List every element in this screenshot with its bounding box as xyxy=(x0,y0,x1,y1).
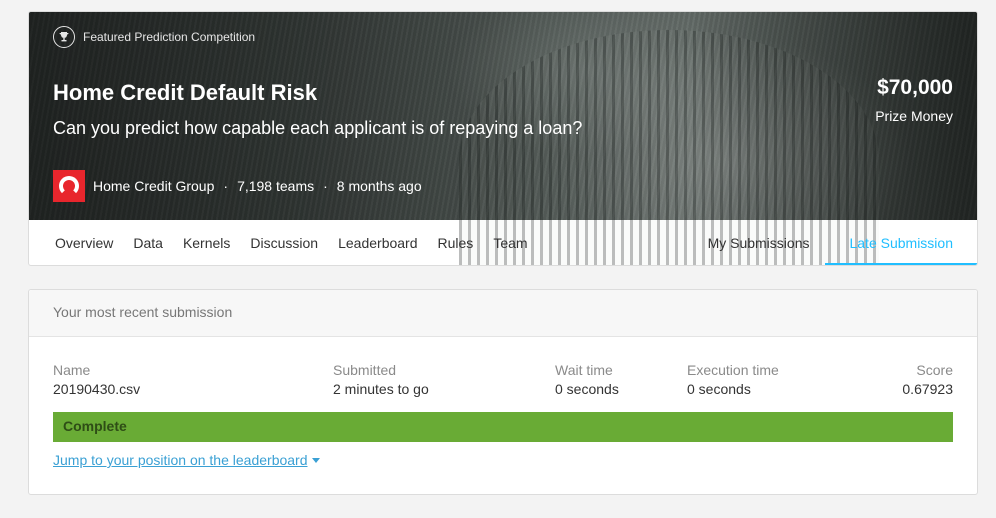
execution-time-label: Execution time xyxy=(687,362,779,378)
submission-name-column: Name 20190430.csv xyxy=(53,362,140,397)
name-value: 20190430.csv xyxy=(53,381,141,397)
status-bar: Complete xyxy=(53,412,953,442)
trophy-icon xyxy=(53,26,75,48)
submission-card-title: Your most recent submission xyxy=(29,290,977,337)
prize-block: $70,000 Prize Money xyxy=(875,76,953,124)
submission-details: Name 20190430.csv Submitted 2 minutes to… xyxy=(53,362,953,402)
submitted-column: Submitted 2 minutes to go xyxy=(333,362,429,397)
competition-banner: Featured Prediction Competition Home Cre… xyxy=(29,12,977,265)
host-name[interactable]: Home Credit Group xyxy=(93,178,214,194)
team-count[interactable]: 7,198 teams xyxy=(237,178,314,194)
tab-late-submission[interactable]: Late Submission xyxy=(825,220,977,265)
tab-leaderboard[interactable]: Leaderboard xyxy=(328,220,427,265)
competition-tabs: Overview Data Kernels Discussion Leaderb… xyxy=(29,220,977,265)
jump-to-leaderboard-link[interactable]: Jump to your position on the leaderboard xyxy=(53,452,320,468)
tab-team[interactable]: Team xyxy=(483,220,537,265)
score-value: 0.67923 xyxy=(902,381,953,397)
prize-amount: $70,000 xyxy=(877,76,953,99)
competition-badge: Featured Prediction Competition xyxy=(53,26,255,48)
execution-time-value: 0 seconds xyxy=(687,381,751,397)
tab-rules[interactable]: Rules xyxy=(428,220,484,265)
caret-down-icon[interactable] xyxy=(311,457,320,463)
prize-label: Prize Money xyxy=(875,108,953,124)
tab-discussion[interactable]: Discussion xyxy=(240,220,328,265)
wait-time-column: Wait time 0 seconds xyxy=(555,362,619,397)
tab-overview[interactable]: Overview xyxy=(29,220,123,265)
competition-header-card: Featured Prediction Competition Home Cre… xyxy=(28,11,978,266)
separator: · xyxy=(323,178,328,194)
badge-label: Featured Prediction Competition xyxy=(83,30,256,44)
jump-link-label[interactable]: Jump to your position on the leaderboard xyxy=(53,452,308,468)
wait-time-label: Wait time xyxy=(555,362,613,378)
name-label: Name xyxy=(53,362,91,378)
submitted-value: 2 minutes to go xyxy=(333,381,429,397)
host-logo[interactable] xyxy=(53,170,85,202)
separator: · xyxy=(223,178,229,194)
tab-data[interactable]: Data xyxy=(123,220,173,265)
recent-submission-card: Your most recent submission Name 2019043… xyxy=(28,289,978,495)
tab-kernels[interactable]: Kernels xyxy=(173,220,240,265)
host-row: Home Credit Group · 7,198 teams · 8 mont… xyxy=(53,170,422,202)
competition-age: 8 months ago xyxy=(336,178,422,194)
score-label: Score xyxy=(916,362,953,378)
score-column: Score 0.67923 xyxy=(902,362,953,397)
tab-my-submissions[interactable]: My Submissions xyxy=(698,220,826,265)
competition-title: Home Credit Default Risk xyxy=(53,80,318,105)
wait-time-value: 0 seconds xyxy=(555,381,619,397)
submitted-label: Submitted xyxy=(333,362,397,378)
competition-subtitle: Can you predict how capable each applica… xyxy=(53,118,583,138)
execution-time-column: Execution time 0 seconds xyxy=(687,362,779,397)
